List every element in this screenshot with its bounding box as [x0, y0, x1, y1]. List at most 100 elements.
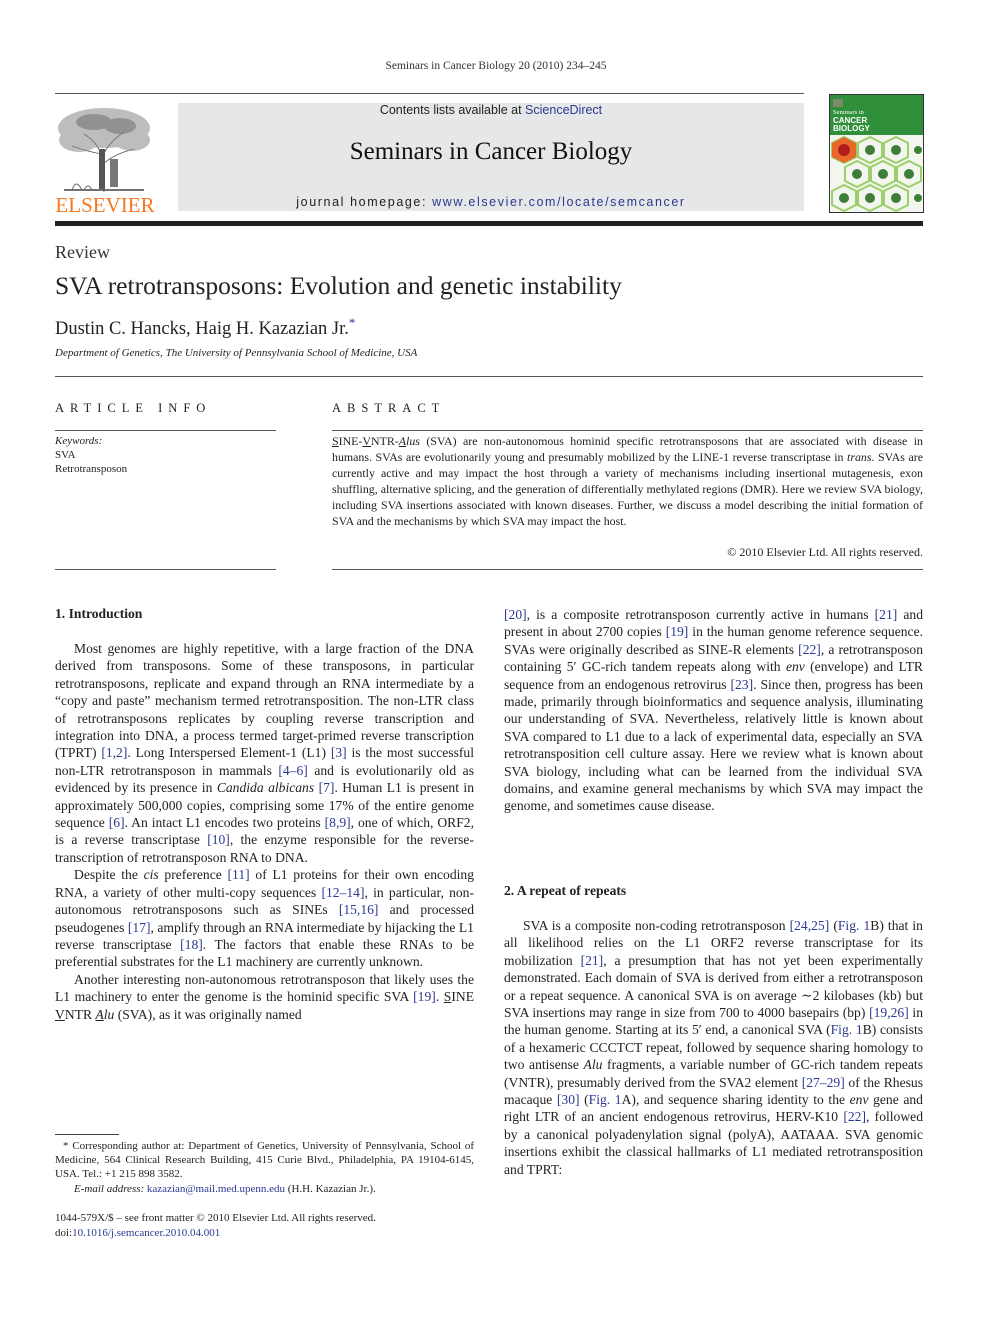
keywords-block: Keywords: SVA Retrotransposon: [55, 434, 127, 476]
corresponding-author-footnote: * Corresponding author at: Department of…: [55, 1139, 474, 1196]
cover-title-line1: Seminars in: [833, 109, 864, 116]
left-column-body: Most genomes are highly repetitive, with…: [55, 640, 474, 1023]
citation-link[interactable]: [6]: [109, 815, 125, 830]
citation-link[interactable]: [1,2]: [101, 745, 127, 760]
citation-link[interactable]: [19]: [413, 989, 436, 1004]
text-span: preference: [158, 867, 228, 883]
abstract-top-rule: [332, 430, 923, 431]
abstract-acronym-a: A: [398, 434, 407, 448]
acronym-letter: A: [95, 1006, 104, 1022]
text-span: . An intact L1 encodes two proteins: [124, 815, 325, 831]
citation-link[interactable]: [20]: [504, 607, 527, 622]
corresponding-author-mark[interactable]: *: [349, 315, 356, 330]
tree-icon: [58, 108, 150, 193]
email-label: E-mail address:: [74, 1182, 147, 1195]
italic-term: cis: [143, 867, 159, 883]
cover-banner: Seminars in CANCER BIOLOGY: [830, 95, 923, 135]
contents-availability: Contents lists available at ScienceDirec…: [178, 103, 804, 117]
text-span: (: [579, 1092, 589, 1108]
text-span: . Since then, progress has been made, pr…: [504, 676, 923, 814]
text-span: NTR: [64, 1006, 96, 1022]
acronym-letter: V: [55, 1006, 65, 1022]
citation-link[interactable]: [8,9]: [325, 815, 351, 830]
citation-link[interactable]: [3]: [331, 745, 347, 760]
citation-link[interactable]: [15,16]: [339, 902, 379, 917]
paragraph: SVA is a composite non-coding retrotrans…: [504, 917, 923, 1178]
citation-link[interactable]: [27–29]: [802, 1075, 845, 1090]
journal-cover-thumbnail[interactable]: Seminars in CANCER BIOLOGY: [829, 94, 924, 213]
italic-term: Alu: [583, 1057, 603, 1073]
abstract-label: ABSTRACT: [332, 401, 446, 415]
citation-link[interactable]: [18]: [180, 937, 203, 952]
text-span: Despite the: [74, 867, 144, 883]
abstract-acronym-s: S: [332, 434, 339, 448]
citation-link[interactable]: [30]: [557, 1092, 580, 1107]
abstract-copyright: © 2010 Elsevier Ltd. All rights reserved…: [727, 545, 923, 559]
text-span: Most genomes are highly repetitive, with…: [55, 641, 474, 761]
cover-title-line2: CANCER BIOLOGY: [833, 117, 870, 133]
article-title: SVA retrotransposons: Evolution and gene…: [55, 271, 622, 300]
text-span: A), and sequence sharing identity to the: [621, 1092, 850, 1108]
section-heading-introduction: 1. Introduction: [55, 606, 143, 621]
issn-line: 1044-579X/$ – see front matter © 2010 El…: [55, 1212, 376, 1224]
article-info-label: ARTICLE INFO: [55, 401, 212, 415]
running-head: Seminars in Cancer Biology 20 (2010) 234…: [385, 60, 607, 72]
citation-link[interactable]: [23]: [730, 677, 753, 692]
text-span: SVA is a composite non-coding retrotrans…: [523, 918, 790, 933]
figure-link[interactable]: Fig. 1: [831, 1022, 863, 1037]
citation-link[interactable]: [22]: [843, 1109, 866, 1124]
header-rule: [55, 93, 804, 94]
text-span: INE: [451, 989, 475, 1005]
text-span: Another interesting non-autonomous retro…: [55, 971, 474, 1005]
affiliation: Department of Genetics, The University o…: [55, 347, 418, 359]
citation-link[interactable]: [7]: [319, 780, 335, 795]
figure-link[interactable]: Fig. 1: [838, 918, 870, 933]
keywords-label: Keywords:: [55, 435, 103, 447]
author-list: Dustin C. Hancks, Haig H. Kazazian Jr.*: [55, 315, 355, 340]
citation-link[interactable]: [19]: [666, 624, 689, 639]
abstract-span: (SVA) are non-autonomous hominid specifi…: [332, 434, 923, 464]
journal-homepage: journal homepage: www.elsevier.com/locat…: [178, 195, 804, 209]
issn-doi-block: 1044-579X/$ – see front matter © 2010 El…: [55, 1211, 376, 1241]
keyword-item: SVA: [55, 449, 76, 461]
abstract-span: NTR-: [371, 434, 399, 448]
citation-link[interactable]: [10]: [207, 832, 230, 847]
citation-link[interactable]: [12–14]: [321, 885, 364, 900]
authors-text: Dustin C. Hancks, Haig H. Kazazian Jr.: [55, 319, 349, 340]
doi-link[interactable]: 10.1016/j.semcancer.2010.04.001: [72, 1227, 220, 1239]
article-type: Review: [55, 242, 110, 262]
paragraph: Despite the cis preference [11] of L1 pr…: [55, 866, 474, 970]
figure-link[interactable]: Fig. 1: [589, 1092, 622, 1107]
section-heading-repeat-of-repeats: 2. A repeat of repeats: [504, 883, 627, 898]
text-span: .: [435, 989, 444, 1005]
article-info-top-rule: [55, 430, 276, 431]
citation-link[interactable]: [22]: [798, 642, 821, 657]
text-span: (SVA), as it was originally named: [114, 1006, 302, 1022]
citation-link[interactable]: [19,26]: [869, 1005, 909, 1020]
title-block-rule: [55, 376, 923, 377]
keyword-item: Retrotransposon: [55, 463, 128, 475]
citation-link[interactable]: [21]: [875, 607, 898, 622]
italic-term: env: [849, 1092, 869, 1108]
abstract-italic: trans: [847, 450, 872, 464]
species-name: Candida albicans: [216, 780, 315, 796]
contents-prefix: Contents lists available at: [379, 103, 526, 117]
email-link[interactable]: kazazian@mail.med.upenn.edu: [147, 1183, 285, 1195]
citation-link[interactable]: [4–6]: [278, 763, 307, 778]
right-column-body: [20], is a composite retrotransposon cur…: [504, 606, 923, 815]
corresponding-address: * Corresponding author at: Department of…: [55, 1140, 474, 1181]
sciencedirect-link[interactable]: ScienceDirect: [525, 103, 602, 117]
elsevier-wordmark: ELSEVIER: [55, 193, 155, 217]
citation-link[interactable]: [21]: [581, 953, 604, 968]
homepage-link[interactable]: www.elsevier.com/locate/semcancer: [432, 195, 686, 209]
paragraph: Another interesting non-autonomous retro…: [55, 971, 474, 1023]
italic-term: env: [785, 659, 805, 675]
citation-link[interactable]: [24,25]: [790, 918, 830, 933]
citation-link[interactable]: [11]: [228, 867, 250, 882]
citation-link[interactable]: [17]: [128, 920, 151, 935]
masthead-thick-rule: [55, 221, 923, 226]
article-info-bottom-rule: [55, 569, 276, 570]
paragraph: Most genomes are highly repetitive, with…: [55, 640, 474, 866]
cover-hexagon-art: [830, 135, 923, 212]
homepage-prefix: journal homepage:: [296, 195, 433, 209]
